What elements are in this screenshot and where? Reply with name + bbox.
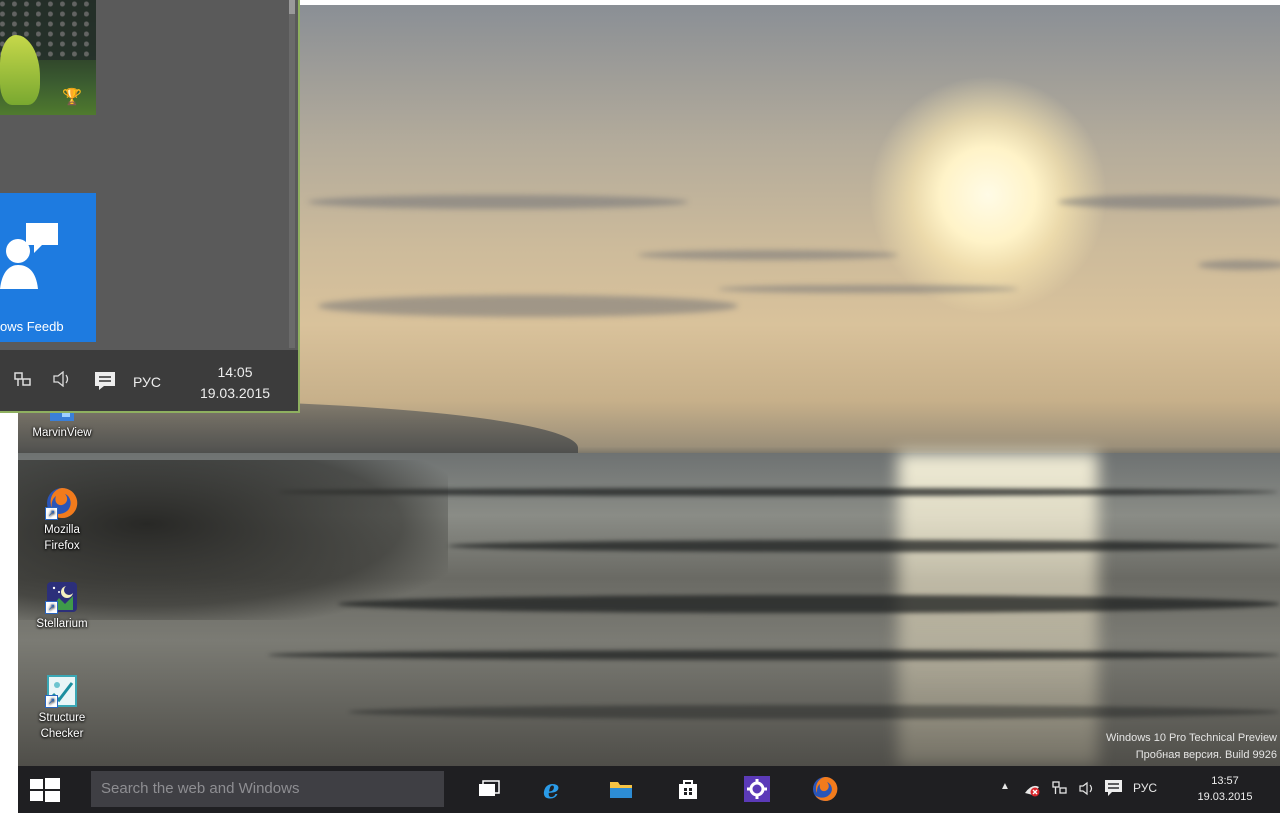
sun — [868, 75, 1108, 315]
task-view-icon — [479, 780, 500, 796]
watermark-line1: Windows 10 Pro Technical Preview — [1106, 732, 1277, 744]
system-tray: ▲ РУС 13:57 19.03.2015 — [990, 766, 1280, 813]
desktop-icon-stellarium[interactable]: ↗ Stellarium — [22, 580, 102, 632]
action-center-icon[interactable] — [1104, 779, 1123, 800]
start-menu: 🏆 ows Feedb РУС 14:05 19.03.2015 — [0, 0, 300, 413]
windows-feedback-tile[interactable]: ows Feedb — [0, 193, 96, 342]
clock-time: 14:05 — [217, 364, 253, 380]
scrollbar-thumb[interactable] — [289, 0, 295, 14]
clock-date: 19.03.2015 — [1197, 791, 1253, 803]
cloud — [308, 195, 688, 209]
cloud — [718, 285, 1018, 293]
clock-date: 19.03.2015 — [199, 385, 271, 401]
settings-button[interactable] — [744, 776, 770, 802]
tiles-scrollbar[interactable] — [289, 0, 295, 348]
windows-watermark: Windows 10 Pro Technical Preview Пробная… — [1106, 730, 1277, 764]
desktop-icon-label: Firefox — [44, 540, 80, 552]
store-bag-icon — [679, 780, 697, 799]
search-input[interactable]: Search the web and Windows — [91, 771, 444, 807]
clock[interactable]: 14:05 19.03.2015 — [190, 362, 280, 404]
action-center-icon[interactable] — [94, 371, 116, 394]
feedback-tile-label: ows Feedb — [0, 319, 64, 334]
desktop-icon-label: Structure — [38, 712, 86, 724]
volume-icon[interactable] — [52, 370, 72, 390]
language-indicator[interactable]: РУС — [1133, 781, 1157, 795]
taskbar: Search the web and Windows e ▲ РУС 13:57 — [18, 766, 1280, 813]
desktop-icon-label: Stellarium — [36, 618, 88, 630]
firefox-icon: ↗ — [45, 486, 79, 520]
folder-icon — [610, 782, 632, 798]
cloud — [1198, 260, 1280, 270]
internet-explorer-button[interactable]: e — [540, 775, 566, 805]
cloud — [1058, 195, 1280, 209]
network-icon[interactable] — [14, 372, 32, 391]
clock[interactable]: 13:57 19.03.2015 — [1190, 773, 1260, 805]
volume-icon[interactable] — [1078, 781, 1096, 799]
show-hidden-icons-chevron-icon[interactable]: ▲ — [1000, 781, 1010, 792]
desktop-icon-structure-checker[interactable]: ↗ Structure Checker — [22, 674, 102, 742]
cloud — [638, 250, 898, 260]
desktop-icon-firefox[interactable]: ↗ Mozilla Firefox — [22, 486, 102, 554]
wave — [268, 650, 1280, 660]
wave — [348, 705, 1280, 719]
clock-time: 13:57 — [1211, 775, 1239, 787]
shortcut-arrow-icon: ↗ — [45, 695, 58, 708]
feedback-person-icon — [0, 223, 58, 289]
structure-checker-icon: ↗ — [45, 674, 79, 708]
file-explorer-button[interactable] — [608, 776, 634, 802]
defender-alert-icon[interactable] — [1024, 781, 1040, 800]
trophy-icon: 🏆 — [62, 89, 82, 106]
shortcut-arrow-icon: ↗ — [45, 601, 58, 614]
desktop-icon-label: Checker — [40, 728, 84, 740]
wave — [448, 540, 1280, 552]
store-button[interactable] — [675, 776, 701, 802]
sports-tile[interactable]: 🏆 — [0, 0, 96, 115]
start-button[interactable] — [30, 778, 60, 802]
svg-text:e: e — [543, 776, 560, 802]
desktop-icon-label: Mozilla — [44, 524, 80, 536]
language-indicator[interactable]: РУС — [133, 374, 161, 390]
internet-explorer-icon: e — [543, 775, 560, 805]
cloud — [318, 295, 738, 317]
network-icon[interactable] — [1052, 781, 1068, 799]
shortcut-arrow-icon: ↗ — [45, 507, 58, 520]
desktop-icon-label: MarvinView — [32, 427, 92, 439]
task-view-button[interactable] — [476, 776, 502, 802]
stellarium-icon: ↗ — [45, 580, 79, 614]
firefox-taskbar-button[interactable] — [812, 776, 838, 802]
wave — [338, 595, 1280, 613]
watermark-line2: Пробная версия. Build 9926 — [1135, 749, 1277, 761]
windows-logo-icon — [30, 778, 60, 802]
firefox-icon — [813, 776, 838, 801]
start-menu-status-bar: РУС 14:05 19.03.2015 — [0, 350, 298, 411]
gear-icon — [744, 776, 770, 802]
